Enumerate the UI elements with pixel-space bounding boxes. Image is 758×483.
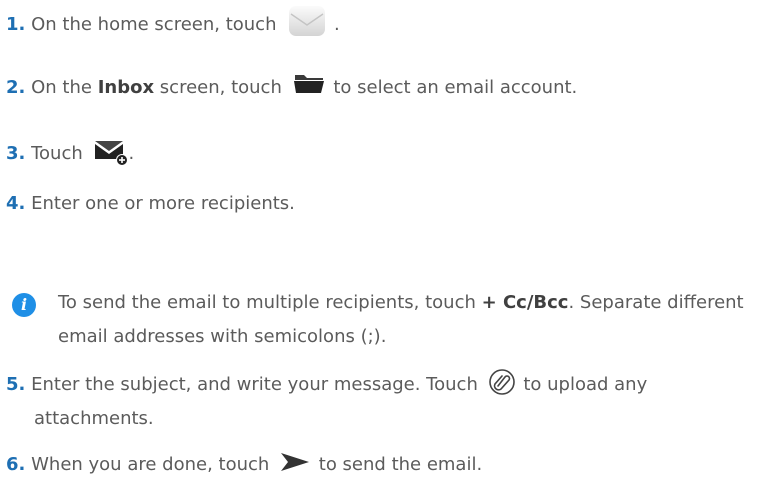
step-text: Enter one or more recipients. (31, 193, 295, 214)
step-text: Enter the subject, and write your messag… (31, 374, 478, 395)
send-icon (279, 451, 311, 473)
step-text-end: to upload any (523, 374, 648, 395)
step-4: 4. Enter one or more recipients. (6, 193, 748, 215)
note-text: To send the email to multiple recipients… (58, 286, 746, 354)
step-text: On the home screen, touch (31, 14, 277, 35)
step-text-middle: screen, touch (159, 77, 282, 98)
info-icon: i (12, 293, 36, 317)
note-text-start: To send the email to multiple recipients… (58, 292, 476, 313)
cc-bcc-label: + Cc/Bcc (481, 292, 569, 313)
email-app-icon (288, 5, 326, 37)
step-text-end: . (128, 143, 135, 164)
step-6: 6. When you are done, touch to send the … (6, 451, 748, 476)
step-number: 6. (6, 454, 26, 475)
step-text-cont: attachments. (34, 408, 154, 429)
step-2: 2. On the Inbox screen, touch to select … (6, 75, 748, 99)
step-number: 5. (6, 374, 26, 395)
step-text: Touch (31, 143, 83, 164)
step-text-end: to send the email. (318, 454, 483, 475)
folder-icon (292, 73, 326, 95)
step-text-end: . (333, 14, 340, 35)
step-number: 1. (6, 14, 26, 35)
step-text: On the (31, 77, 92, 98)
inbox-label: Inbox (97, 77, 155, 98)
step-text: When you are done, touch (31, 454, 270, 475)
step-3: 3. Touch . (6, 140, 748, 168)
step-text-end: to select an email account. (333, 77, 578, 98)
step-1: 1. On the home screen, touch . (6, 6, 748, 41)
step-number: 3. (6, 143, 26, 164)
paperclip-icon (488, 368, 516, 396)
compose-icon (93, 138, 129, 166)
step-5-continued: attachments. (34, 408, 748, 430)
step-number: 2. (6, 77, 26, 98)
step-5: 5. Enter the subject, and write your mes… (6, 368, 748, 399)
step-number: 4. (6, 193, 26, 214)
